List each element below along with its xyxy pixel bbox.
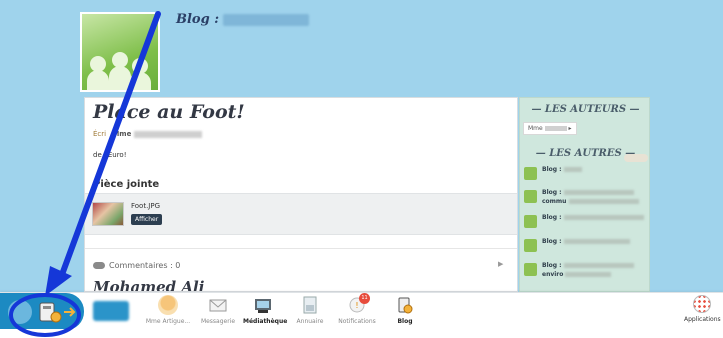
sidebar-blog-label-line2: commu bbox=[542, 198, 567, 205]
applications-label: Applications bbox=[684, 316, 721, 323]
cloud-decoration bbox=[624, 154, 648, 162]
toolbar-directory[interactable]: Annuaire bbox=[293, 295, 327, 325]
post-author[interactable]: Mme bbox=[112, 130, 131, 138]
blog-thumb-icon bbox=[524, 167, 537, 180]
toolbar-messaging[interactable]: Messagerie bbox=[198, 295, 238, 325]
redacted-text bbox=[563, 215, 644, 220]
toolbar-label: Médiathèque bbox=[243, 318, 288, 325]
apps-grid-icon bbox=[693, 295, 712, 313]
toolbar-label: Blog bbox=[397, 318, 413, 325]
attachment-heading: Pièce jointe bbox=[93, 179, 160, 190]
sidebar: — LES AUTEURS — Mme ▸ — LES AUTRES — Blo… bbox=[519, 97, 650, 292]
blog-name-redacted bbox=[223, 13, 310, 26]
post-title[interactable]: Place au Foot! bbox=[93, 101, 245, 123]
blog-thumb-icon bbox=[524, 215, 537, 228]
redacted-text bbox=[563, 263, 634, 268]
blog-thumb-icon bbox=[524, 190, 537, 203]
authors-heading: — LES AUTEURS — bbox=[531, 104, 640, 115]
redacted-text bbox=[563, 190, 634, 195]
toolbar-blog[interactable]: Blog bbox=[390, 295, 420, 325]
attachment-thumbnail[interactable] bbox=[92, 202, 124, 226]
toolbar-media-library[interactable]: Médiathèque bbox=[243, 295, 287, 325]
blog-title-label: Blog : bbox=[176, 12, 220, 27]
blog-thumb-icon bbox=[524, 239, 537, 252]
sidebar-blog-item[interactable]: Blog : bbox=[524, 213, 648, 233]
person-silhouette-icon bbox=[87, 70, 109, 90]
author-name-redacted bbox=[544, 126, 567, 131]
sidebar-blog-label-line2: enviro bbox=[542, 271, 564, 278]
sidebar-blog-item[interactable]: Blog : bbox=[524, 237, 648, 257]
chevron-right-icon[interactable]: ▶ bbox=[498, 260, 503, 268]
toolbar-notifications[interactable]: ! 11 Notifications bbox=[335, 293, 379, 325]
toolbar-label: Notifications bbox=[338, 318, 376, 325]
sidebar-blog-label: Blog : bbox=[542, 262, 562, 269]
post-body: de l'Euro! bbox=[93, 151, 127, 159]
post-card: Place au Foot! Écri Mme de l'Euro! Pièce… bbox=[84, 97, 518, 292]
sidebar-blog-label: Blog : bbox=[542, 214, 562, 221]
current-user-redacted[interactable] bbox=[93, 301, 129, 321]
applications-button[interactable]: Applications bbox=[684, 295, 721, 323]
sidebar-blog-item[interactable]: Blog : bbox=[524, 165, 648, 185]
author-chip-label: Mme bbox=[528, 125, 543, 132]
sidebar-blog-label: Blog : bbox=[542, 189, 562, 196]
media-library-icon bbox=[255, 299, 271, 313]
user-avatar-icon bbox=[158, 295, 178, 315]
sidebar-blog-label: Blog : bbox=[542, 166, 562, 173]
post-author-redacted bbox=[134, 130, 203, 138]
person-silhouette-icon bbox=[129, 72, 151, 90]
blog-title: Blog : bbox=[176, 12, 310, 27]
author-chip[interactable]: Mme ▸ bbox=[523, 122, 577, 135]
notification-badge: 11 bbox=[359, 293, 370, 304]
toolbar-profile[interactable]: Mme Artigue... bbox=[143, 295, 193, 325]
redacted-text bbox=[565, 272, 612, 277]
sidebar-blog-item[interactable]: Blog : enviro bbox=[524, 261, 648, 281]
toolbar-label: Mme Artigue... bbox=[145, 318, 191, 325]
redacted-text bbox=[563, 167, 582, 172]
comments-link[interactable]: Commentaires : 0 bbox=[93, 261, 180, 270]
next-post-title[interactable]: Mohamed Ali bbox=[93, 278, 204, 291]
toolbar-label: Messagerie bbox=[200, 318, 236, 325]
redacted-text bbox=[563, 239, 630, 244]
post-category[interactable]: Écri bbox=[93, 130, 106, 138]
attachment-filename: Foot.JPG bbox=[131, 202, 161, 210]
svg-text:!: ! bbox=[355, 301, 358, 310]
comments-label: Commentaires : 0 bbox=[109, 261, 181, 270]
blog-thumb-icon bbox=[524, 263, 537, 276]
comment-bubble-icon bbox=[93, 262, 105, 269]
post-meta: Écri Mme bbox=[93, 130, 203, 138]
sidebar-blog-label: Blog : bbox=[542, 238, 562, 245]
show-attachment-button[interactable]: Afficher bbox=[131, 214, 163, 225]
home-circle-icon[interactable] bbox=[8, 300, 32, 324]
toolbar-home-area[interactable] bbox=[0, 293, 84, 330]
person-silhouette-icon bbox=[109, 66, 131, 90]
toolbar-label: Annuaire bbox=[296, 318, 324, 325]
directory-icon bbox=[303, 296, 317, 314]
divider bbox=[85, 248, 517, 249]
sidebar-blog-item[interactable]: Blog : commu bbox=[524, 188, 648, 208]
blog-app-icon[interactable] bbox=[36, 297, 80, 327]
envelope-icon bbox=[209, 299, 227, 312]
page-bottom-strip bbox=[0, 329, 723, 338]
redacted-text bbox=[568, 199, 639, 204]
bottom-toolbar: Mme Artigue... Messagerie Médiathèque An… bbox=[0, 292, 723, 330]
blog-avatar bbox=[80, 12, 160, 92]
blog-icon bbox=[398, 297, 413, 314]
